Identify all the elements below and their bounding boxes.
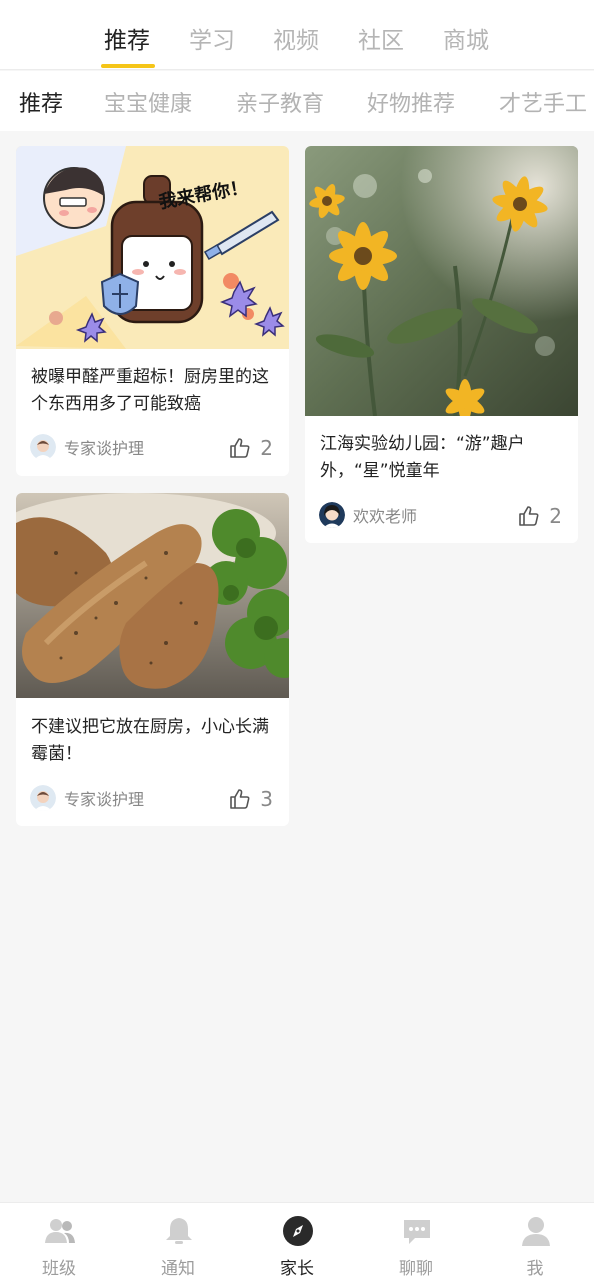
article-title: 不建议把它放在厨房，小心长满霉菌！ [31,717,269,764]
class-people-icon [45,1219,75,1243]
bell-icon [166,1218,192,1244]
article-card[interactable]: 我来帮你！ 被曝甲醛严重超标！厨房里的这个东西用多了可能致癌 专家谈护理 2 [16,146,289,476]
tab-community[interactable]: 社区 [358,24,404,58]
nav-chat[interactable]: 聊聊 [357,1203,475,1280]
avatar [30,434,56,460]
article-author[interactable]: 欢欢老师 [319,502,417,528]
like-button[interactable]: 3 [228,786,273,812]
like-count: 2 [549,504,562,528]
category-parenting[interactable]: 亲子教育 [236,90,324,120]
nav-label: 班级 [42,1259,76,1279]
cartoon-bottle-illustration: 我来帮你！ [16,146,289,349]
top-tab-bar: 推荐 学习 视频 社区 商城 [0,0,594,70]
thumbs-up-icon [230,789,250,809]
article-image [16,493,289,698]
person-icon [522,1217,550,1246]
category-baby-health[interactable]: 宝宝健康 [104,90,192,120]
author-name: 欢欢老师 [353,507,418,526]
nav-label: 我 [526,1259,544,1279]
nav-class[interactable]: 班级 [0,1203,118,1280]
article-title: 江海实验幼儿园：“游”趣户外，“星”悦童年 [320,434,525,481]
tab-study[interactable]: 学习 [189,24,235,58]
nav-parents[interactable]: 家长 [238,1203,356,1280]
nav-me[interactable]: 我 [476,1203,594,1280]
author-name: 专家谈护理 [64,790,145,809]
category-recommend[interactable]: 推荐 [19,90,63,120]
like-button[interactable]: 2 [228,435,273,461]
active-tab-indicator [101,64,155,68]
like-count: 3 [260,787,273,811]
tab-mall[interactable]: 商城 [443,24,489,58]
article-title: 被曝甲醛严重超标！厨房里的这个东西用多了可能致癌 [31,367,269,414]
article-card[interactable]: 江海实验幼儿园：“游”趣户外，“星”悦童年 欢欢老师 2 [305,146,578,543]
avatar [319,502,345,528]
category-bar: 推荐 宝宝健康 亲子教育 好物推荐 才艺手工 [0,71,594,131]
tab-recommend[interactable]: 推荐 [104,24,150,58]
avatar [30,785,56,811]
nav-label: 家长 [280,1259,314,1279]
category-goods[interactable]: 好物推荐 [367,90,455,120]
thumbs-up-icon [519,506,539,526]
article-author[interactable]: 专家谈护理 [30,785,144,811]
article-image [305,146,578,423]
article-image: 我来帮你！ [16,146,289,349]
chat-bubble-icon [404,1220,430,1244]
like-button[interactable]: 2 [517,503,562,529]
like-count: 2 [260,436,273,460]
thumbs-up-icon [230,438,250,458]
article-author[interactable]: 专家谈护理 [30,434,144,460]
nav-label: 聊聊 [399,1259,433,1279]
tab-video[interactable]: 视频 [273,24,319,58]
bottom-nav: 班级 通知 家长 聊聊 我 [0,1202,594,1280]
article-card[interactable]: 不建议把它放在厨房，小心长满霉菌！ 专家谈护理 3 [16,493,289,826]
yellow-flowers-photo [305,146,578,423]
category-crafts[interactable]: 才艺手工 [499,90,587,120]
nav-label: 通知 [161,1259,195,1279]
nav-notice[interactable]: 通知 [119,1203,237,1280]
author-name: 专家谈护理 [64,439,145,458]
chicken-broccoli-photo [16,493,289,698]
compass-icon [283,1216,313,1246]
